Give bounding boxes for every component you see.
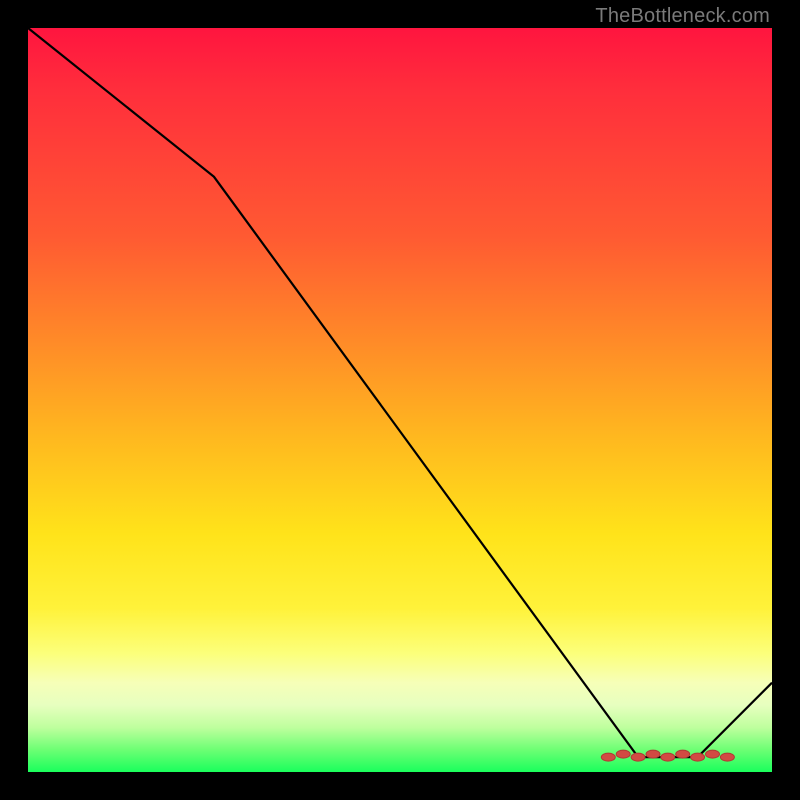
marker-dot: [601, 753, 615, 761]
watermark-text: TheBottleneck.com: [595, 5, 770, 28]
plot-area: [28, 28, 772, 772]
marker-dot: [676, 750, 690, 758]
chart-overlay: [28, 28, 772, 772]
bottleneck-curve: [28, 28, 772, 757]
chart-frame: TheBottleneck.com: [0, 0, 800, 800]
marker-dot: [616, 750, 630, 758]
marker-dot: [720, 753, 734, 761]
marker-band: [601, 750, 734, 761]
marker-dot: [706, 750, 720, 758]
marker-dot: [631, 753, 645, 761]
marker-dot: [691, 753, 705, 761]
marker-dot: [646, 750, 660, 758]
marker-dot: [661, 753, 675, 761]
